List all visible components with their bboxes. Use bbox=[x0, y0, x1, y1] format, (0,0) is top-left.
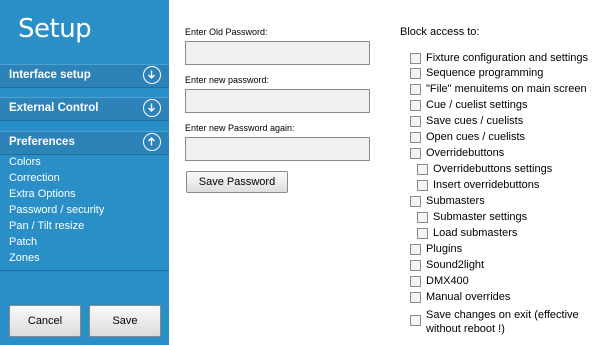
section-label: Interface setup bbox=[9, 69, 91, 81]
old-password-field[interactable] bbox=[185, 41, 370, 65]
checkbox[interactable] bbox=[410, 53, 421, 64]
checkbox-label-line2: without reboot !) bbox=[426, 323, 505, 335]
checkbox[interactable] bbox=[410, 68, 421, 79]
checkbox-label: Sound2light bbox=[426, 259, 485, 271]
checkbox[interactable] bbox=[410, 260, 421, 271]
checkbox[interactable] bbox=[410, 132, 421, 143]
checkbox-label: Insert overridebuttons bbox=[433, 179, 540, 191]
sidebar: Setup Interface setup External Control P… bbox=[0, 0, 169, 345]
section-label: Preferences bbox=[9, 136, 75, 148]
block-access-title: Block access to: bbox=[400, 26, 480, 38]
checkbox-label: DMX400 bbox=[426, 275, 469, 287]
checkbox[interactable] bbox=[410, 292, 421, 303]
old-password-label: Enter Old Password: bbox=[185, 27, 268, 37]
checkbox[interactable] bbox=[417, 228, 428, 239]
sidebar-item-colors[interactable]: Colors bbox=[9, 154, 104, 170]
preferences-list: Colors Correction Extra Options Password… bbox=[9, 154, 104, 266]
checkbox-label: Open cues / cuelists bbox=[426, 131, 526, 143]
checkbox-label: Overridebuttons bbox=[426, 147, 505, 159]
checkbox-label: Load submasters bbox=[433, 227, 518, 239]
checkbox[interactable] bbox=[417, 164, 428, 175]
chevron-up-circle-icon[interactable] bbox=[143, 133, 161, 151]
new-password-field[interactable] bbox=[185, 89, 370, 113]
save-password-button[interactable]: Save Password bbox=[186, 171, 288, 193]
section-external-control[interactable]: External Control bbox=[0, 97, 169, 121]
checkbox-label: Submaster settings bbox=[433, 211, 528, 223]
checkbox[interactable] bbox=[410, 116, 421, 127]
checkbox[interactable] bbox=[410, 315, 421, 326]
cancel-button[interactable]: Cancel bbox=[9, 305, 81, 337]
checkbox-label: Submasters bbox=[426, 195, 485, 207]
sidebar-item-correction[interactable]: Correction bbox=[9, 170, 104, 186]
sidebar-item-patch[interactable]: Patch bbox=[9, 234, 104, 250]
checkbox-label: Overridebuttons settings bbox=[433, 163, 553, 175]
chevron-down-circle-icon[interactable] bbox=[143, 66, 161, 84]
checkbox-label: Sequence programming bbox=[426, 67, 544, 79]
checkbox-label: Cue / cuelist settings bbox=[426, 99, 528, 111]
page-title: Setup bbox=[18, 14, 92, 44]
checkbox[interactable] bbox=[410, 276, 421, 287]
checkbox[interactable] bbox=[417, 180, 428, 191]
section-preferences[interactable]: Preferences bbox=[0, 131, 169, 155]
sidebar-divider bbox=[0, 270, 169, 271]
checkbox-label: "File" menuitems on main screen bbox=[426, 83, 587, 95]
section-interface-setup[interactable]: Interface setup bbox=[0, 64, 169, 88]
checkbox[interactable] bbox=[410, 100, 421, 111]
checkbox[interactable] bbox=[417, 212, 428, 223]
checkbox-label: Manual overrides bbox=[426, 291, 511, 303]
sidebar-item-password-security[interactable]: Password / security bbox=[9, 202, 104, 218]
save-button[interactable]: Save bbox=[89, 305, 161, 337]
sidebar-item-pan-tilt-resize[interactable]: Pan / Tilt resize bbox=[9, 218, 104, 234]
checkbox[interactable] bbox=[410, 244, 421, 255]
checkbox-label: Save cues / cuelists bbox=[426, 115, 524, 127]
checkbox[interactable] bbox=[410, 196, 421, 207]
chevron-down-circle-icon[interactable] bbox=[143, 99, 161, 117]
checkbox-label: Fixture configuration and settings bbox=[426, 52, 589, 64]
sidebar-item-extra-options[interactable]: Extra Options bbox=[9, 186, 104, 202]
checkbox[interactable] bbox=[410, 148, 421, 159]
new-password-again-field[interactable] bbox=[185, 137, 370, 161]
main-panel: Enter Old Password: Enter new password: … bbox=[169, 0, 609, 345]
new-password-label: Enter new password: bbox=[185, 75, 270, 85]
new-password-again-label: Enter new Password again: bbox=[185, 123, 295, 133]
section-label: External Control bbox=[9, 102, 99, 114]
checkbox[interactable] bbox=[410, 84, 421, 95]
checkbox-label: Save changes on exit (effective bbox=[426, 309, 579, 321]
sidebar-item-zones[interactable]: Zones bbox=[9, 250, 104, 266]
checkbox-label: Plugins bbox=[426, 243, 463, 255]
